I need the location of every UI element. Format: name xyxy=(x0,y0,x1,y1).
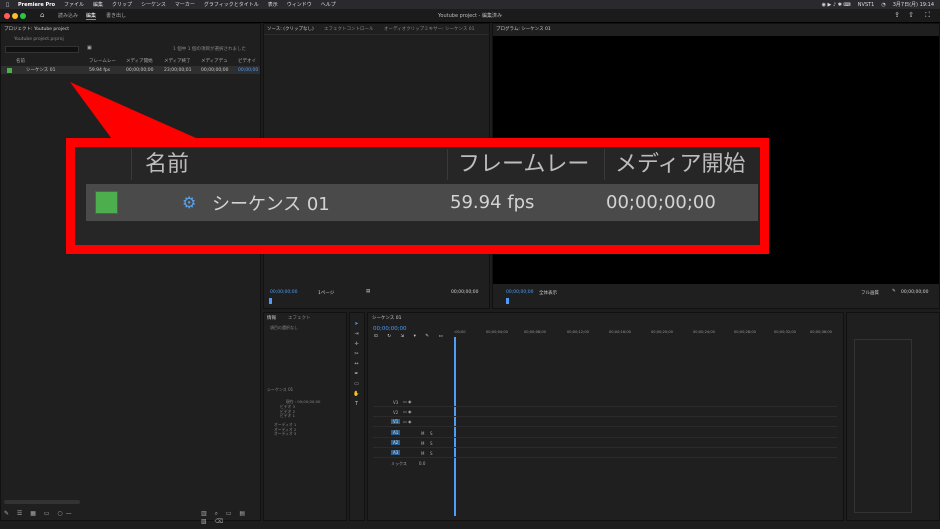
sequence-icon: ⚙ xyxy=(182,193,197,212)
callout-row-start: 00;00;00;00 xyxy=(606,192,716,213)
callout-label-swatch xyxy=(95,191,118,214)
zoom-callout: 名前 フレームレー メディア開始 ⚙ シーケンス 01 59.94 fps 00… xyxy=(66,138,769,254)
callout-arrow xyxy=(70,82,196,150)
callout-col-fps: フレームレー xyxy=(448,149,605,180)
callout-row: ⚙ シーケンス 01 59.94 fps 00;00;00;00 xyxy=(86,184,758,221)
callout-row-fps: 59.94 fps xyxy=(450,192,535,213)
callout-header: 名前 フレームレー メディア開始 xyxy=(86,149,758,180)
callout-col-name: 名前 xyxy=(132,149,448,180)
callout-row-name: シーケンス 01 xyxy=(212,193,330,215)
callout-col-start: メディア開始 xyxy=(615,152,746,177)
